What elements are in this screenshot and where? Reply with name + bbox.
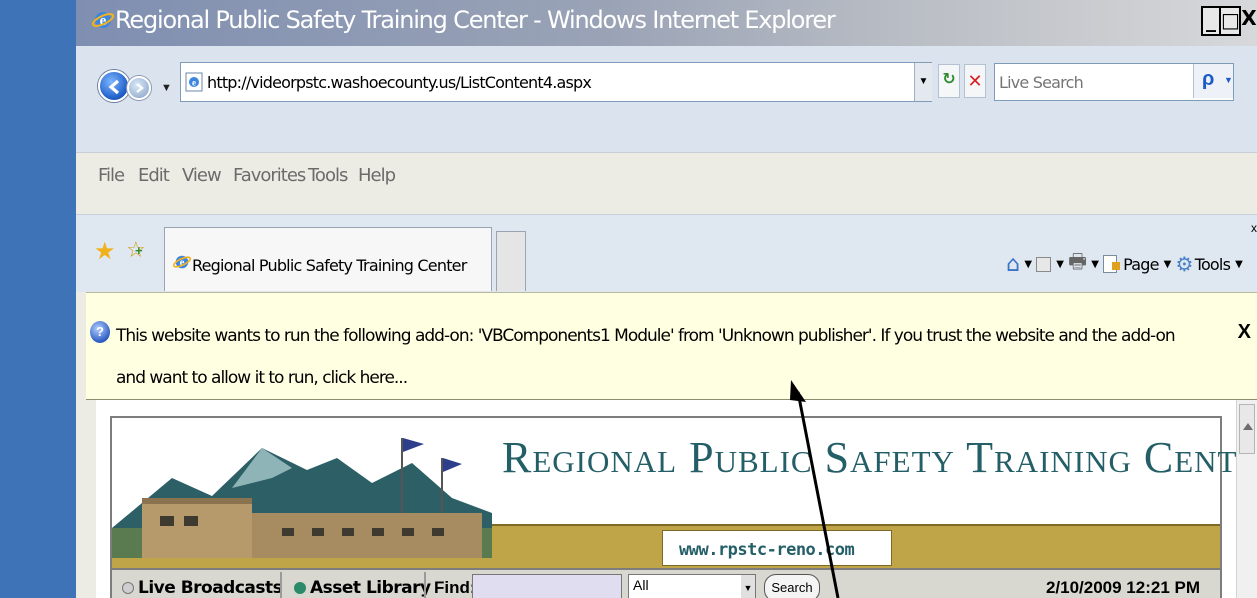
command-bar: ⌂ ▼ ▼ 🖶 ▼ Page ▼ ⚙ Tools ▼ bbox=[1006, 247, 1245, 281]
home-dropdown-icon[interactable]: ▼ bbox=[1024, 259, 1032, 270]
site-title: Regional Public Safety Training Center bbox=[502, 433, 1257, 482]
search-go-button[interactable]: ρ ▼ bbox=[1193, 64, 1233, 98]
navigation-bar: ▼ e http://videorpstc.washoecounty.us/Li… bbox=[76, 46, 1257, 152]
live-broadcasts-label: Live Broadcasts bbox=[138, 578, 283, 598]
asset-library-label: Asset Library bbox=[310, 578, 431, 598]
ie-logo-icon: e bbox=[92, 12, 114, 29]
nav-divider bbox=[424, 572, 426, 598]
tools-dropdown-icon: ▼ bbox=[1235, 258, 1243, 270]
asset-library-tab[interactable]: Asset Library bbox=[292, 578, 431, 598]
maximize-button[interactable]: □ bbox=[1221, 6, 1241, 36]
tab-label: Regional Public Safety Training Center bbox=[192, 256, 467, 275]
minimize-button[interactable]: _ bbox=[1201, 6, 1221, 36]
stop-button[interactable]: ✕ bbox=[964, 64, 986, 98]
select-arrow-icon: ▼ bbox=[741, 575, 755, 598]
search-options-icon[interactable]: ▼ bbox=[1224, 75, 1233, 85]
close-window-button[interactable]: X bbox=[1241, 6, 1257, 36]
ie-tab-icon: e bbox=[173, 255, 191, 269]
back-button[interactable] bbox=[98, 70, 130, 102]
recent-pages-dropdown-icon[interactable]: ▼ bbox=[161, 82, 172, 94]
menu-favorites[interactable]: Favorites bbox=[233, 165, 306, 186]
add-favorite-icon[interactable]: ☆ + bbox=[126, 237, 146, 263]
menu-bar: File Edit View Favorites Tools Help bbox=[76, 152, 1257, 214]
asset-library-icon bbox=[294, 582, 306, 594]
refresh-button[interactable]: ↻ bbox=[938, 64, 960, 98]
menu-view[interactable]: View bbox=[182, 165, 222, 186]
address-dropdown-button[interactable]: ▼ bbox=[914, 63, 932, 101]
menu-tools[interactable]: Tools bbox=[308, 165, 348, 186]
desktop-left-edge bbox=[0, 0, 76, 598]
home-icon: ⌂ bbox=[1006, 251, 1020, 277]
favorites-center-icon[interactable]: ★ bbox=[94, 237, 116, 266]
search-input[interactable] bbox=[999, 67, 1189, 97]
site-frame: Regional Public Safety Training Center w… bbox=[110, 416, 1257, 598]
menu-edit[interactable]: Edit bbox=[138, 165, 170, 186]
page-menu-label: Page bbox=[1123, 254, 1159, 274]
site-search-button[interactable]: Search bbox=[764, 574, 820, 598]
back-arrow-icon bbox=[108, 79, 120, 95]
svg-text:e: e bbox=[192, 78, 196, 88]
page-dropdown-icon: ▼ bbox=[1163, 258, 1172, 270]
print-button[interactable]: 🖶 ▼ bbox=[1068, 247, 1101, 281]
site-url-box: www.rpstc-reno.com bbox=[662, 530, 892, 566]
infobar-close-button[interactable]: X bbox=[1238, 321, 1251, 344]
nav-divider bbox=[280, 572, 282, 598]
tools-menu-button[interactable]: ⚙ Tools ▼ bbox=[1176, 252, 1245, 276]
window-title: Regional Public Safety Training Center -… bbox=[115, 6, 836, 34]
page-scrollbar[interactable] bbox=[1236, 400, 1257, 598]
tab-bar: ★ ☆ + e Regional Public Safety Training C… bbox=[76, 214, 1257, 292]
training-center-building-image bbox=[112, 418, 492, 568]
address-url[interactable]: http://videorpstc.washoecounty.us/ListCo… bbox=[207, 73, 592, 92]
feeds-button[interactable]: ▼ bbox=[1036, 256, 1066, 272]
tab-active[interactable]: e Regional Public Safety Training Center bbox=[164, 227, 492, 291]
menu-file[interactable]: File bbox=[98, 165, 125, 186]
page-content: Regional Public Safety Training Center w… bbox=[96, 400, 1257, 598]
browser-window: e Regional Public Safety Training Center… bbox=[76, 0, 1257, 598]
print-dropdown-icon[interactable]: ▼ bbox=[1091, 259, 1099, 270]
site-banner: Regional Public Safety Training Center w… bbox=[112, 418, 1257, 568]
print-icon: 🖶 bbox=[1068, 249, 1087, 273]
command-bar-chevron[interactable]: x bbox=[1251, 221, 1257, 235]
find-select-value: All bbox=[633, 577, 649, 593]
feeds-icon bbox=[1036, 256, 1052, 272]
feeds-dropdown-icon[interactable]: ▼ bbox=[1056, 259, 1064, 270]
window-controls: _ □ X bbox=[1201, 6, 1257, 36]
info-shield-icon: ? bbox=[90, 321, 110, 343]
new-tab-button[interactable] bbox=[496, 231, 526, 291]
address-bar[interactable]: e http://videorpstc.washoecounty.us/List… bbox=[180, 62, 932, 102]
gear-icon: ⚙ bbox=[1175, 252, 1194, 276]
magnifier-icon: ρ bbox=[1202, 68, 1215, 90]
site-datetime: 2/10/2009 12:21 PM bbox=[1045, 578, 1200, 597]
find-label: Find: bbox=[434, 578, 476, 597]
find-category-select[interactable]: All ▼ bbox=[628, 574, 756, 598]
live-broadcasts-tab[interactable]: Live Broadcasts bbox=[120, 578, 283, 598]
page-menu-button[interactable]: Page ▼ bbox=[1103, 255, 1173, 274]
forward-arrow-icon bbox=[136, 83, 144, 93]
page-icon bbox=[1103, 255, 1121, 273]
site-nav-bar: Live Broadcasts Asset Library Find: All … bbox=[112, 568, 1220, 598]
scroll-up-button[interactable] bbox=[1239, 404, 1255, 454]
information-bar[interactable]: ? This website wants to run the followin… bbox=[86, 292, 1257, 400]
site-url: www.rpstc-reno.com bbox=[679, 540, 855, 560]
infobar-message[interactable]: This website wants to run the following … bbox=[116, 315, 1206, 399]
title-bar: e Regional Public Safety Training Center… bbox=[76, 0, 1257, 46]
tools-menu-label: Tools bbox=[1194, 254, 1231, 274]
live-broadcasts-icon bbox=[122, 582, 134, 594]
forward-button[interactable] bbox=[127, 76, 151, 100]
home-button[interactable]: ⌂ ▼ bbox=[1006, 252, 1034, 277]
find-input[interactable] bbox=[472, 574, 622, 598]
menu-help[interactable]: Help bbox=[358, 165, 396, 186]
ie-page-icon: e bbox=[185, 72, 203, 92]
